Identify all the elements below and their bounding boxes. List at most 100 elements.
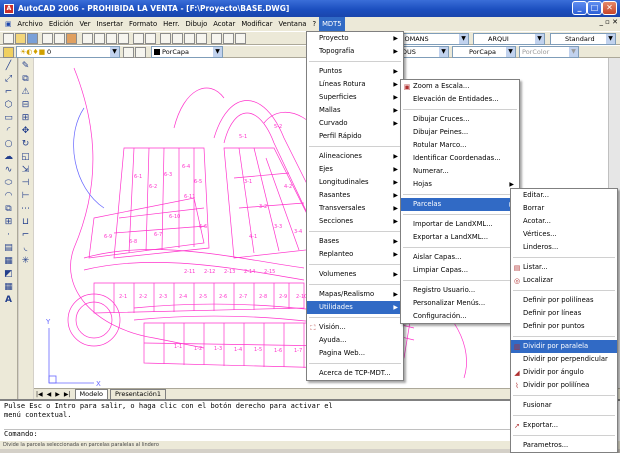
gradient-icon[interactable]: ▦ [3,256,14,267]
menu-item-definir-por-lineas[interactable]: Definir por líneas [511,307,617,320]
menu-item-superficies[interactable]: Superficies ▶ [307,91,403,104]
make-block-icon[interactable]: ⊞ [3,217,14,228]
menu-item-aislar-capas[interactable]: Aislar Capas... [401,251,519,264]
table-icon[interactable]: ▦ [3,282,14,293]
menu-formato[interactable]: Formato [126,17,160,31]
menu-item-utilidades[interactable]: Utilidades ▶ [307,301,403,314]
menu-item-vertices[interactable]: Vértices... [511,228,617,241]
text-style-select[interactable]: ROMANS ▼ [397,33,469,45]
menu-insertar[interactable]: Insertar [94,17,126,31]
polygon-icon[interactable]: ⬡ [3,100,14,111]
menu-item-limpiar-capas[interactable]: Limpiar Capas... [401,264,519,277]
layer-manager-icon[interactable] [3,47,14,58]
menu-item-lineas-rotura[interactable]: Líneas Rotura ▶ [307,78,403,91]
spline-icon[interactable]: ∿ [3,165,14,176]
menu-item-editar[interactable]: Editar... [511,189,617,202]
menu-item-vision[interactable]: ⛶ Visión... [307,321,403,334]
zoom-previous-icon[interactable] [196,33,207,44]
move-icon[interactable]: ✥ [20,126,31,137]
menu-item-proyecto[interactable]: Proyecto ▶ [307,32,403,45]
layer-previous-icon[interactable] [135,47,146,58]
menu-item-dividir-por-perpendicular[interactable]: Dividir por perpendicular [511,353,617,366]
chamfer-icon[interactable]: ⌐ [20,230,31,241]
menu-herr[interactable]: Herr. [160,17,182,31]
plotstyle-select[interactable]: PorColor ▼ [519,46,579,58]
stretch-icon[interactable]: ⇲ [20,165,31,176]
menu-item-mapas-realismo[interactable]: Mapas/Realismo ▶ [307,288,403,301]
copy-icon[interactable] [94,33,105,44]
join-icon[interactable]: ⊔ [20,217,31,228]
plot-icon[interactable] [42,33,53,44]
menu-item-listar[interactable]: ▤ Listar... [511,261,617,274]
menu-item-replanteo[interactable]: Replanteo ▶ [307,248,403,261]
menu-item-curvado[interactable]: Curvado ▶ [307,117,403,130]
menu-item-perfil-rapido[interactable]: Perfil Rápido [307,130,403,143]
menu-item-elevacion-de-entidades[interactable]: Elevación de Entidades... [401,93,519,106]
match-properties-icon[interactable] [118,33,129,44]
menu-item-acotar[interactable]: Acotar... [511,215,617,228]
scale-icon[interactable]: ◱ [20,152,31,163]
rotate-icon[interactable]: ↻ [20,139,31,150]
arc-icon[interactable]: ◜ [3,126,14,137]
tool-palettes-icon[interactable] [235,33,246,44]
command-prompt[interactable]: Comando: [4,429,564,439]
extend-icon[interactable]: ⊢ [20,191,31,202]
preview-icon[interactable] [54,33,65,44]
circle-icon[interactable]: ○ [3,139,14,150]
tab-layout[interactable]: Presentación1 [110,388,167,400]
menu-item-personalizar-menus[interactable]: Personalizar Menús... [401,297,519,310]
array-icon[interactable]: ⊞ [20,113,31,124]
ellipse-icon[interactable]: ⬭ [3,178,14,189]
tab-model[interactable]: Modelo [74,388,109,400]
menu-item-parametros[interactable]: Parametros... [511,439,617,452]
menu-archivo[interactable]: Archivo [14,17,45,31]
menu-item-bases[interactable]: Bases ▶ [307,235,403,248]
menu-item-dibujar-cruces[interactable]: Dibujar Cruces... [401,113,519,126]
menu-item-topografia[interactable]: Topografía ▶ [307,45,403,58]
menu-item-ayuda[interactable]: Ayuda... [307,334,403,347]
new-icon[interactable] [3,33,14,44]
erase-icon[interactable]: ✎ [20,61,31,72]
properties-icon[interactable] [211,33,222,44]
menu-item-ejes[interactable]: Ejes ▶ [307,163,403,176]
menu-item-dividir-por-polilinea[interactable]: ⌇ Dividir por polilínea [511,379,617,392]
app-menu-icon[interactable]: ▣ [2,17,14,31]
color-select[interactable]: PorCapa ▼ [151,46,223,58]
publish-icon[interactable] [66,33,77,44]
mirror-icon[interactable]: ⚠ [20,87,31,98]
offset-icon[interactable]: ⊟ [20,100,31,111]
revision-cloud-icon[interactable]: ☁ [3,152,14,163]
menu-edicion[interactable]: Edición [46,17,77,31]
menu-item-parcelas[interactable]: Parcelas▶ [401,198,519,211]
point-icon[interactable]: · [3,230,14,241]
menu-item-numerar[interactable]: Numerar... [401,165,519,178]
menu-item-longitudinales[interactable]: Longitudinales ▶ [307,176,403,189]
paste-icon[interactable] [106,33,117,44]
close-button[interactable]: ✕ [602,1,617,15]
linetype-select[interactable]: JOUS ▼ [397,46,449,58]
menu-acotar[interactable]: Acotar [210,17,238,31]
menu-item-alineaciones[interactable]: Alineaciones ▶ [307,150,403,163]
cut-icon[interactable] [82,33,93,44]
menu-help[interactable]: ? [309,17,319,31]
polyline-icon[interactable]: ⌐ [3,87,14,98]
ellipse-arc-icon[interactable]: ◠ [3,191,14,202]
trim-icon[interactable]: ⊣ [20,178,31,189]
menu-item-exportar-a-landxml[interactable]: Exportar a LandXML... [401,231,519,244]
menu-item-dividir-por-angulo[interactable]: ◢ Dividir por ángulo [511,366,617,379]
menu-item-pagina-web[interactable]: Pagina Web... [307,347,403,360]
menu-item-puntos[interactable]: Puntos ▶ [307,65,403,78]
menu-item-mallas[interactable]: Mallas ▶ [307,104,403,117]
menu-item-linderos[interactable]: Linderos... [511,241,617,254]
explode-icon[interactable]: ✳ [20,256,31,267]
dim-style-select[interactable]: ARQUI ▼ [473,33,545,45]
menu-item-zoom-a-escala[interactable]: ▣ Zoom a Escala... [401,80,519,93]
menu-item-dividir-por-paralela[interactable]: ▥ Dividir por paralela [511,340,617,353]
layer-select[interactable]: ☀◐♦■ 0 ▼ [16,46,120,58]
menu-mdt5[interactable]: MDT5 [319,17,345,31]
menu-ver[interactable]: Ver [76,17,93,31]
menu-item-borrar[interactable]: Borrar [511,202,617,215]
redo-icon[interactable] [145,33,156,44]
mdi-controls[interactable]: _ ▫ ✕ [599,18,618,26]
menu-item-localizar[interactable]: ◎ Localizar [511,274,617,287]
